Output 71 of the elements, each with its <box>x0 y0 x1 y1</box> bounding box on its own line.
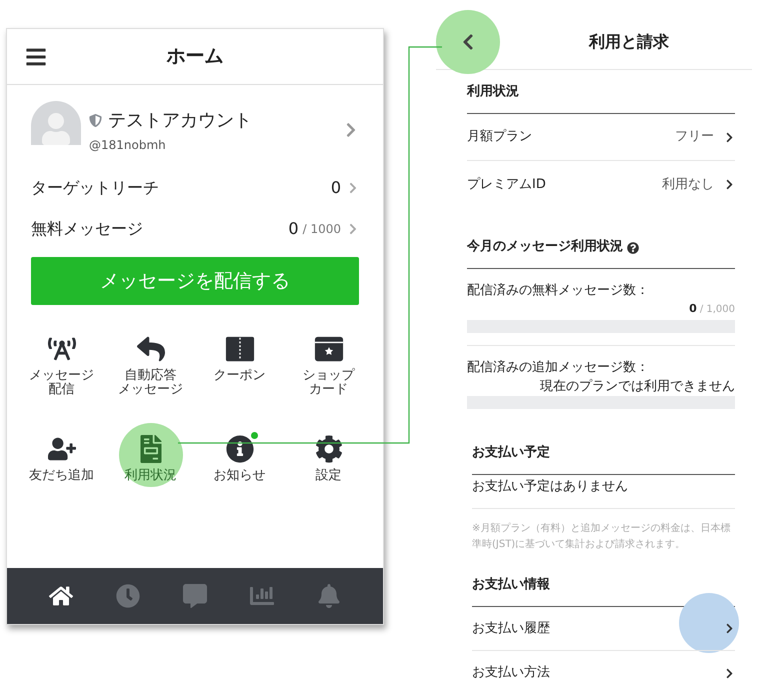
stat-label: ターゲットリーチ <box>31 176 160 198</box>
chevron-right-icon <box>347 222 359 234</box>
person-plus-icon <box>48 435 76 463</box>
menu-item[interactable]: メッセージ 配信 <box>17 323 106 411</box>
menu-label: 利用状況 <box>124 469 176 483</box>
antenna-icon <box>48 335 76 363</box>
setting-row[interactable]: お支払い方法 <box>472 651 735 695</box>
stat-row[interactable]: ターゲットリーチ 0 <box>31 167 359 208</box>
setting-row[interactable]: 月額プラン フリー <box>467 114 735 161</box>
chevron-right-icon <box>724 623 735 634</box>
meter-label: 配信済みの追加メッセージ数： <box>467 358 650 376</box>
ticket-icon <box>224 335 254 363</box>
row-label: お支払い方法 <box>472 664 551 682</box>
row-label: プレミアムID <box>467 176 547 194</box>
menu-item[interactable]: 自動応答 メッセージ <box>106 323 195 411</box>
menu-item[interactable]: ショップ カード <box>284 323 373 411</box>
clock-icon <box>116 584 140 608</box>
stat-row[interactable]: 無料メッセージ 0 / 1000 <box>31 208 359 249</box>
meter-note: 現在のプランでは利用できません <box>540 378 735 396</box>
stat-total: / 1000 <box>302 220 341 238</box>
menu-label: 自動応答 <box>124 369 176 383</box>
settings-icon <box>314 435 342 463</box>
menu-label: 友だち追加 <box>29 469 94 483</box>
row-label: 月額プラン <box>467 128 533 146</box>
menu-label: ショップ <box>302 369 354 383</box>
account-handle: @181nobmh <box>89 136 167 154</box>
shield-icon <box>89 114 102 126</box>
row-value: フリー <box>675 128 714 146</box>
stat-value: 0 <box>288 218 299 240</box>
menu-label: クーポン <box>214 369 266 383</box>
bar-chart-icon <box>250 584 274 608</box>
chevron-right-icon <box>724 179 735 190</box>
meter-count: 0 <box>689 300 697 316</box>
menu-label: お知らせ <box>214 469 266 483</box>
menu-item[interactable]: クーポン <box>195 323 284 411</box>
meter-total: / 1,000 <box>700 302 735 316</box>
chevron-right-icon <box>347 182 359 194</box>
screen-title: 利用と請求 <box>588 30 670 52</box>
menu-label: 配信 <box>48 383 74 397</box>
chevron-right-icon <box>724 132 735 142</box>
home-icon <box>48 584 73 608</box>
section-heading: 利用状況 <box>467 70 735 114</box>
menu-label: 設定 <box>316 469 342 483</box>
setting-row[interactable]: お支払い履歴 <box>472 607 735 651</box>
bell-icon <box>317 584 342 608</box>
reply-arrow-icon <box>136 335 164 363</box>
setting-row[interactable]: プレミアムID 利用なし <box>467 161 735 208</box>
menu-label: カード <box>309 383 348 397</box>
row-value: 利用なし <box>662 176 714 194</box>
row-label: お支払い履歴 <box>472 620 551 638</box>
menu-item[interactable]: 利用状況 <box>106 423 195 511</box>
stat-label: 無料メッセージ <box>31 218 144 240</box>
menu-item[interactable]: 友だち追加 <box>17 423 106 511</box>
billing-note: ※月額プラン（有料）と追加メッセージの料金は、日本標準時(JST)に基づいて集計および請求されます。 <box>472 522 732 552</box>
account-row[interactable]: テストアカウント @181nobmh <box>7 85 383 161</box>
menu-label: メッセージ <box>118 383 183 397</box>
avatar-placeholder <box>31 101 81 145</box>
meter-label: 配信済みの無料メッセージ数： <box>467 282 650 300</box>
schedule-text: お支払い予定はありません <box>472 475 735 509</box>
menu-item[interactable]: お知らせ <box>195 423 284 511</box>
help-icon <box>627 242 639 254</box>
chat-bubble-icon <box>182 584 207 608</box>
section-heading: 今月のメッセージ利用状況 <box>467 238 623 256</box>
chevron-right-icon <box>724 668 735 678</box>
menu-item[interactable]: 設定 <box>284 423 373 511</box>
menu-label: メッセージ <box>29 369 94 383</box>
stat-value: 0 <box>330 176 341 198</box>
info-icon <box>226 435 254 463</box>
account-name: テストアカウント <box>108 108 252 132</box>
section-heading: お支払い予定 <box>472 427 735 475</box>
screen-title: ホーム <box>166 44 224 70</box>
